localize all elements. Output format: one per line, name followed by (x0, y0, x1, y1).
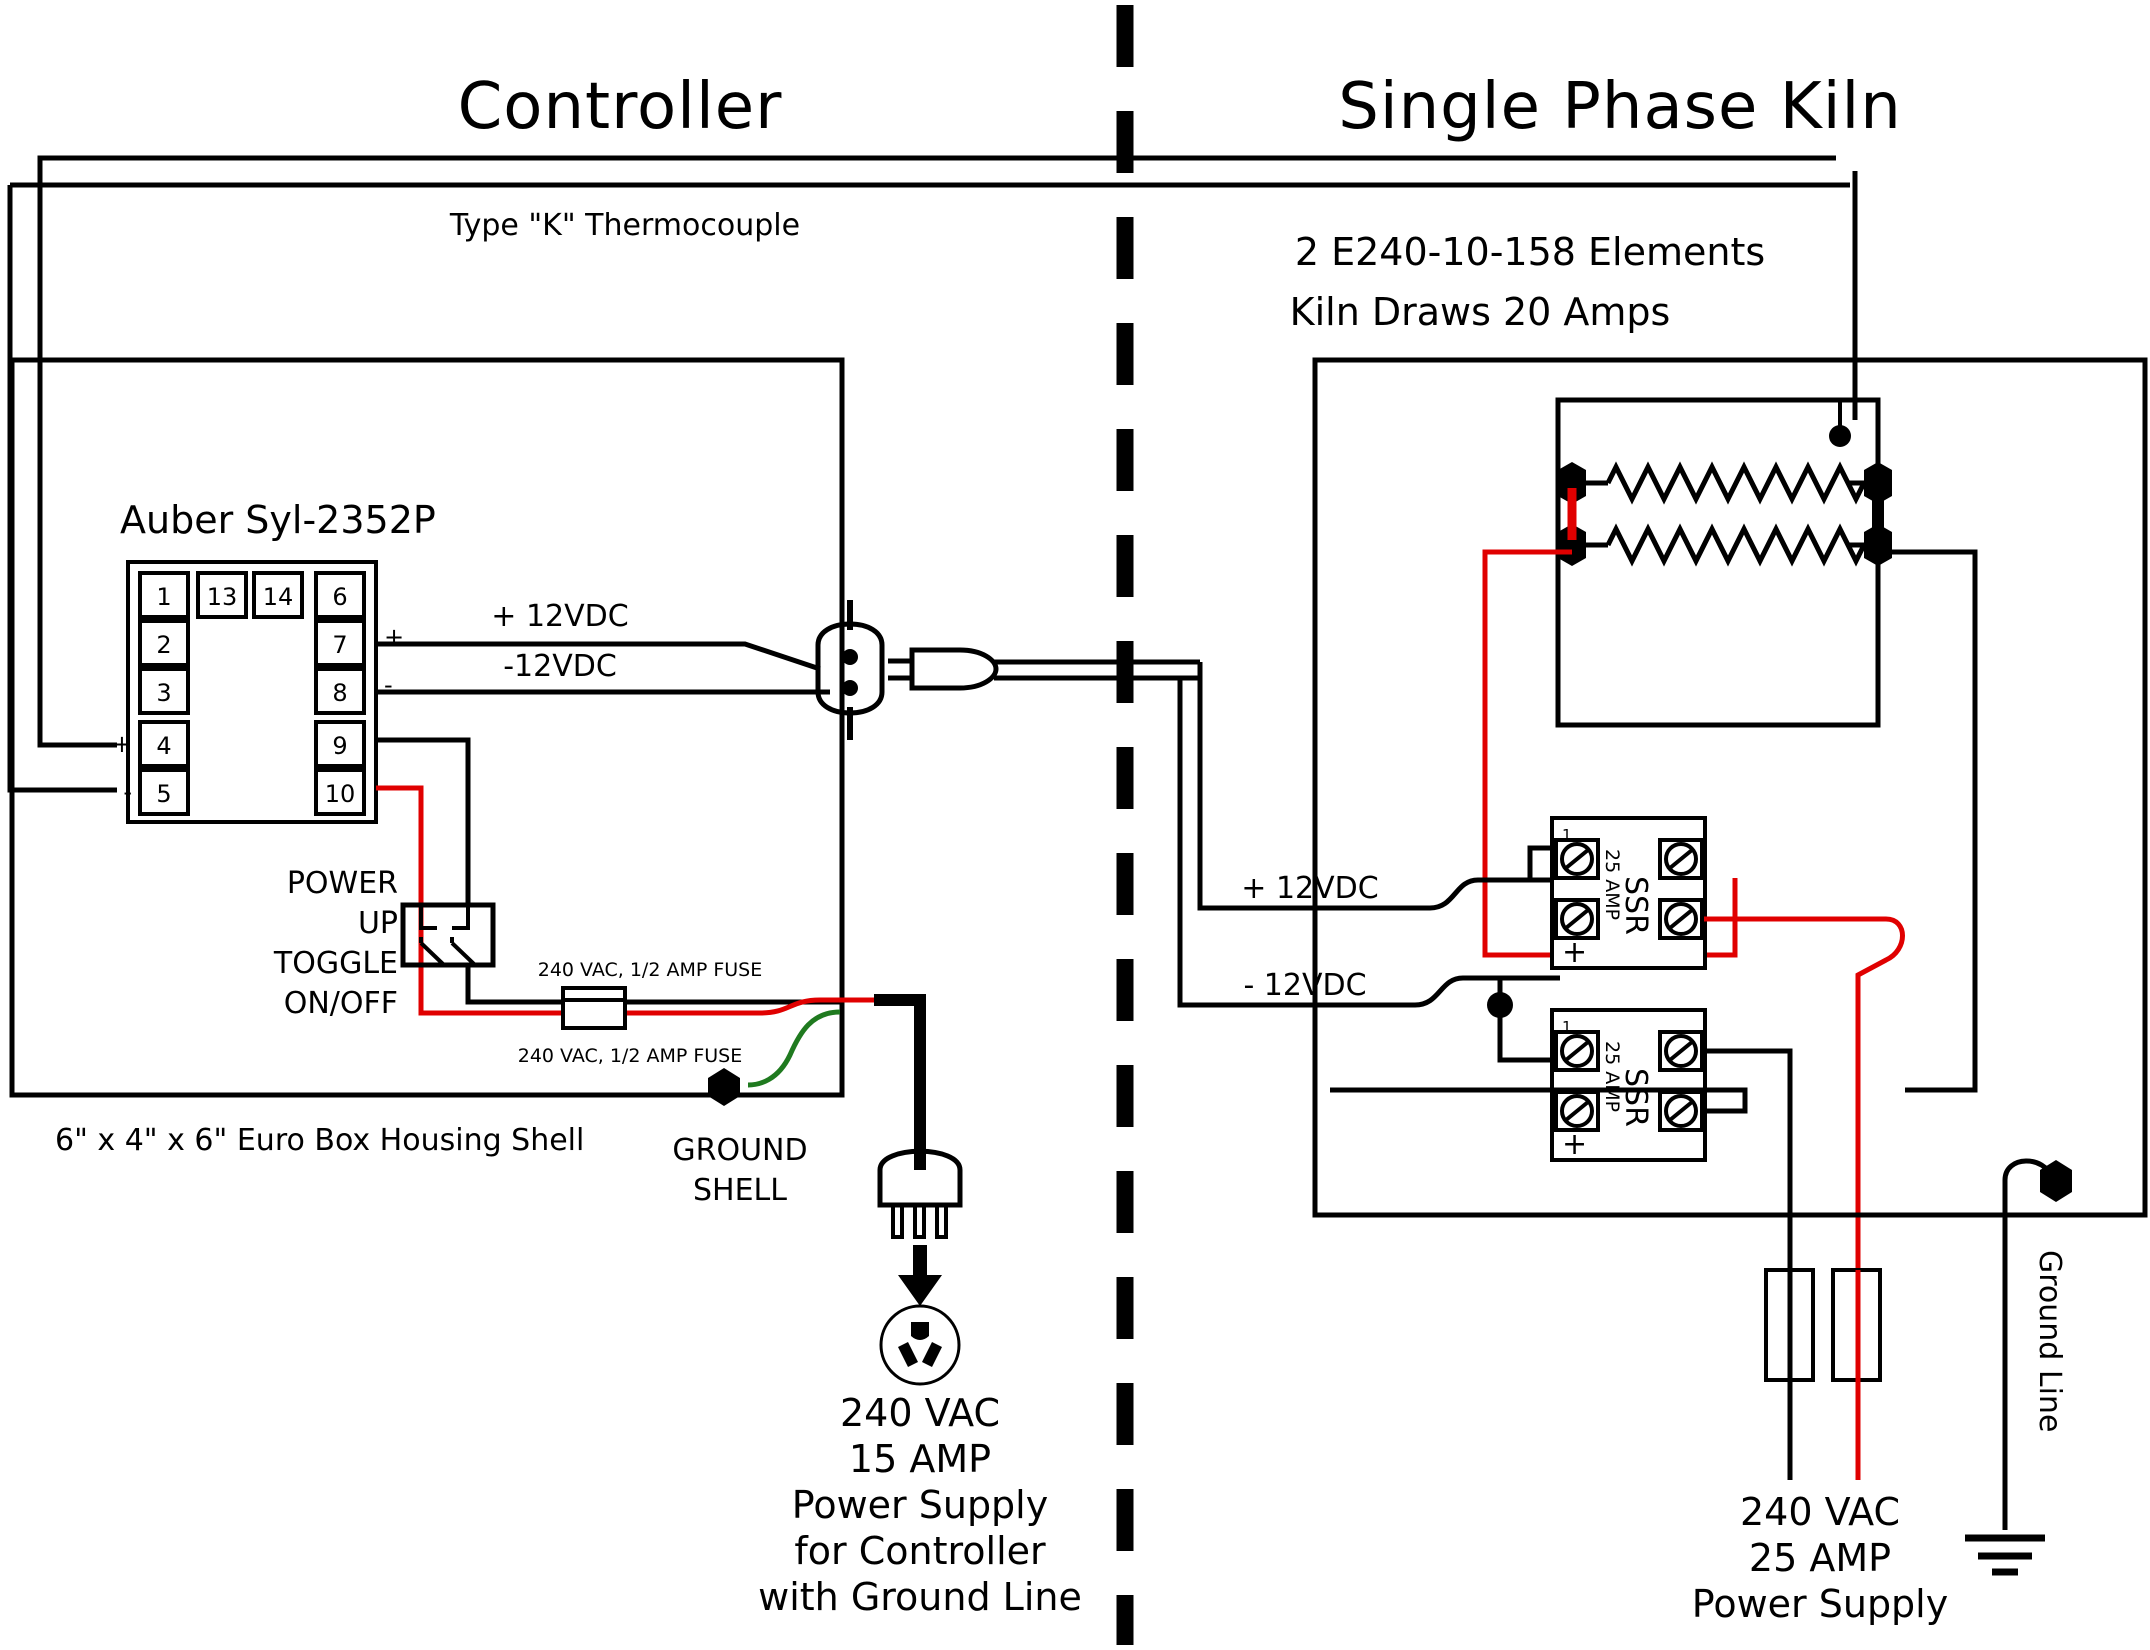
terminal-2-label: 2 (156, 631, 171, 659)
ssr-module-2[interactable]: 1 + SSR 25 AMP (1550, 1008, 1707, 1162)
auber-device-label: Auber Syl-2352P (120, 498, 436, 542)
ground-shell-lug-icon (708, 1068, 740, 1106)
thermocouple-label: Type "K" Thermocouple (449, 208, 800, 243)
kiln-minus12vdc-label: - 12VDC (1243, 968, 1366, 1003)
inline-connector-socket-icon (815, 600, 885, 740)
controller-supply-line-2: 15 AMP (849, 1437, 991, 1481)
terminal-14-label: 14 (263, 583, 294, 611)
kiln-plus12vdc-label: + 12VDC (1241, 871, 1378, 906)
output-minus-sign: - (384, 671, 393, 699)
ground-shell-label-line1: GROUND (672, 1133, 807, 1168)
wire-element-right-to-bottom (1890, 549, 1978, 1093)
kiln-ground-lug-icon (2002, 1158, 2072, 1215)
kiln-elements-label-1: 2 E240-10-158 Elements (1295, 230, 1765, 274)
terminal-column-left: 1 2 3 4 5 (138, 571, 190, 816)
kiln-control-wires (1177, 662, 1430, 1008)
wire-ssr1-output-red (1704, 916, 1905, 1480)
controller-supply-line-1: 240 VAC (840, 1391, 1000, 1435)
ssr2-terminal-bottom-label: + (1562, 1127, 1587, 1162)
ground-shell-wire-green (747, 1009, 841, 1088)
thermocouple-minus-sign: - (123, 778, 132, 806)
toggle-label-line-2: UP (358, 906, 398, 941)
terminal-5-label: 5 (156, 780, 171, 808)
terminal-1-label: 1 (156, 583, 171, 611)
controller-supply-line-3: Power Supply (792, 1483, 1048, 1527)
terminal-6-label: 6 (332, 583, 347, 611)
ssr1-terminal-bottom-label: + (1562, 935, 1587, 970)
controller-supply-line-4: for Controller (794, 1529, 1046, 1573)
earth-ground-symbol-icon (1965, 1534, 2045, 1576)
toggle-label-line-4: ON/OFF (284, 986, 398, 1021)
controller-minus12vdc-label: -12VDC (503, 649, 617, 684)
thermocouple-probe-tip-icon (1829, 425, 1851, 447)
terminal-8-label: 8 (332, 679, 347, 707)
thermocouple-plus-sign: + (112, 730, 132, 758)
output-plus-sign: + (384, 623, 404, 651)
kiln-housing-box (1312, 357, 2148, 1218)
kiln-title: Single Phase Kiln (1338, 70, 1902, 144)
heating-element-1 (1558, 461, 1892, 505)
terminal-9-label: 9 (332, 732, 347, 760)
controller-title: Controller (458, 70, 783, 144)
terminal-7-label: 7 (332, 631, 347, 659)
controller-outlet-icon (879, 1304, 961, 1386)
wire-hop-minus (1414, 975, 1464, 1008)
controller-supply-line-5: with Ground Line (758, 1575, 1082, 1619)
inline-connector-plug-icon (888, 647, 1200, 691)
kiln-supply-line-1: 240 VAC (1740, 1490, 1900, 1534)
ground-line-label: Ground Line (2032, 1250, 2067, 1432)
heating-element-2 (1558, 523, 1892, 567)
ssr1-rating-label: 25 AMP (1601, 849, 1623, 920)
terminal-10-label: 10 (325, 780, 356, 808)
terminal-4-label: 4 (156, 732, 171, 760)
housing-shell-label: 6" x 4" x 6" Euro Box Housing Shell (55, 1123, 584, 1158)
plug-insert-arrow-icon (898, 1245, 942, 1306)
toggle-label-line-3: TOGGLE (273, 946, 398, 981)
ground-shell-label-line2: SHELL (693, 1173, 787, 1208)
terminal-column-right: 6 7 8 9 10 (314, 571, 366, 816)
kiln-element-chamber-box (1555, 397, 1881, 728)
fuse-bottom-label: 240 VAC, 1/2 AMP FUSE (518, 1045, 743, 1067)
controller-plus12vdc-label: + 12VDC (491, 599, 628, 634)
toggle-label-line-1: POWER (287, 866, 398, 901)
wire-ssr2-output-black (1704, 1048, 1793, 1480)
controller-power-cable (874, 994, 926, 1170)
terminal-3-label: 3 (156, 679, 171, 707)
kiln-supply-line-3: Power Supply (1692, 1582, 1948, 1626)
power-toggle-switch[interactable] (400, 902, 496, 968)
terminal-13-label: 13 (207, 583, 238, 611)
ssr-module-1[interactable]: 1 + SSR 25 AMP (1550, 816, 1707, 970)
ssr2-rating-label: 25 AMP (1601, 1041, 1623, 1112)
kiln-elements-label-2: Kiln Draws 20 Amps (1290, 290, 1671, 334)
wiring-diagram-canvas: Controller Single Phase Kiln Type "K" Th… (0, 0, 2150, 1650)
kiln-supply-line-2: 25 AMP (1749, 1536, 1891, 1580)
fuse-top-label: 240 VAC, 1/2 AMP FUSE (538, 959, 763, 981)
